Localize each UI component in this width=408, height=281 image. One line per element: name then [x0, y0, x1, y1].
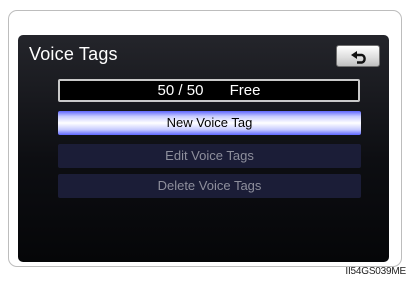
counter-total: 50 [186, 82, 204, 99]
page-title: Voice Tags [29, 44, 118, 64]
counter-used: 50 [157, 82, 175, 99]
counter-separator: / [178, 82, 183, 99]
voice-tags-screen: Voice Tags 50 / 50 Free New Voice Tag Ed… [18, 35, 389, 262]
delete-voice-tags-button[interactable]: Delete Voice Tags [58, 174, 361, 198]
figure-code: II54GS039ME [345, 266, 406, 277]
back-arrow-icon [351, 51, 366, 64]
voice-tag-counter: 50 / 50 Free [58, 79, 360, 102]
edit-voice-tags-button[interactable]: Edit Voice Tags [58, 144, 361, 168]
counter-status: Free [229, 82, 261, 99]
new-voice-tag-button[interactable]: New Voice Tag [58, 111, 361, 135]
back-button[interactable] [336, 45, 380, 67]
